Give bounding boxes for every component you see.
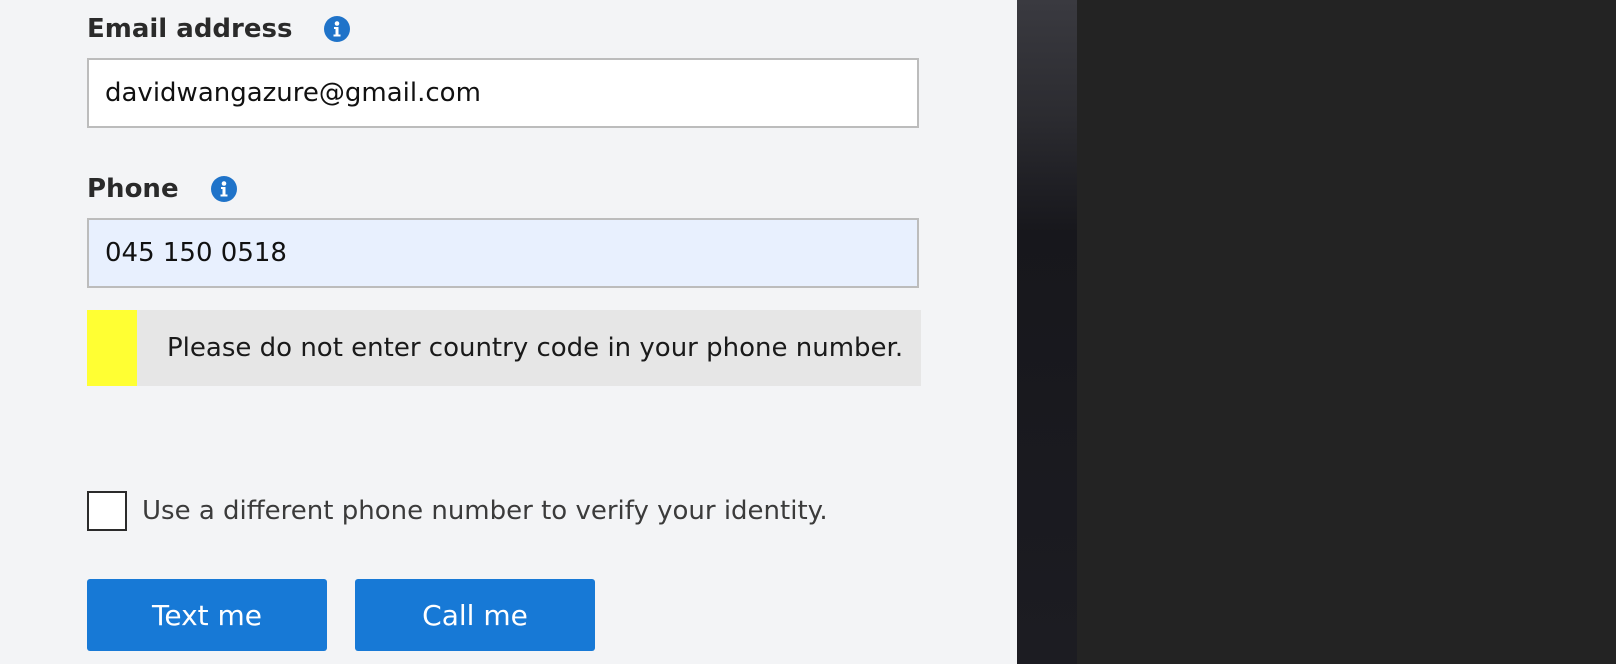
background-area — [1077, 0, 1616, 664]
email-label: Email address — [87, 14, 293, 44]
different-phone-checkbox[interactable] — [87, 491, 127, 531]
phone-label: Phone — [87, 174, 179, 204]
email-field[interactable] — [87, 58, 919, 128]
notice-accent-bar — [87, 310, 137, 386]
notice-text: Please do not enter country code in your… — [167, 333, 904, 363]
panel-divider — [1017, 0, 1077, 664]
email-label-row: Email address — [87, 14, 351, 44]
verification-form-panel: Email address Phone Please do not enter … — [0, 0, 1017, 664]
phone-label-row: Phone — [87, 174, 237, 204]
page: Email address Phone Please do not enter … — [0, 0, 1616, 664]
text-me-button[interactable]: Text me — [87, 579, 327, 651]
info-icon[interactable] — [324, 16, 351, 42]
different-phone-option: Use a different phone number to verify y… — [87, 491, 828, 531]
different-phone-label[interactable]: Use a different phone number to verify y… — [142, 496, 828, 526]
country-code-notice: Please do not enter country code in your… — [87, 310, 921, 386]
call-me-button[interactable]: Call me — [355, 579, 595, 651]
info-icon[interactable] — [210, 176, 237, 202]
phone-field[interactable] — [87, 218, 919, 288]
